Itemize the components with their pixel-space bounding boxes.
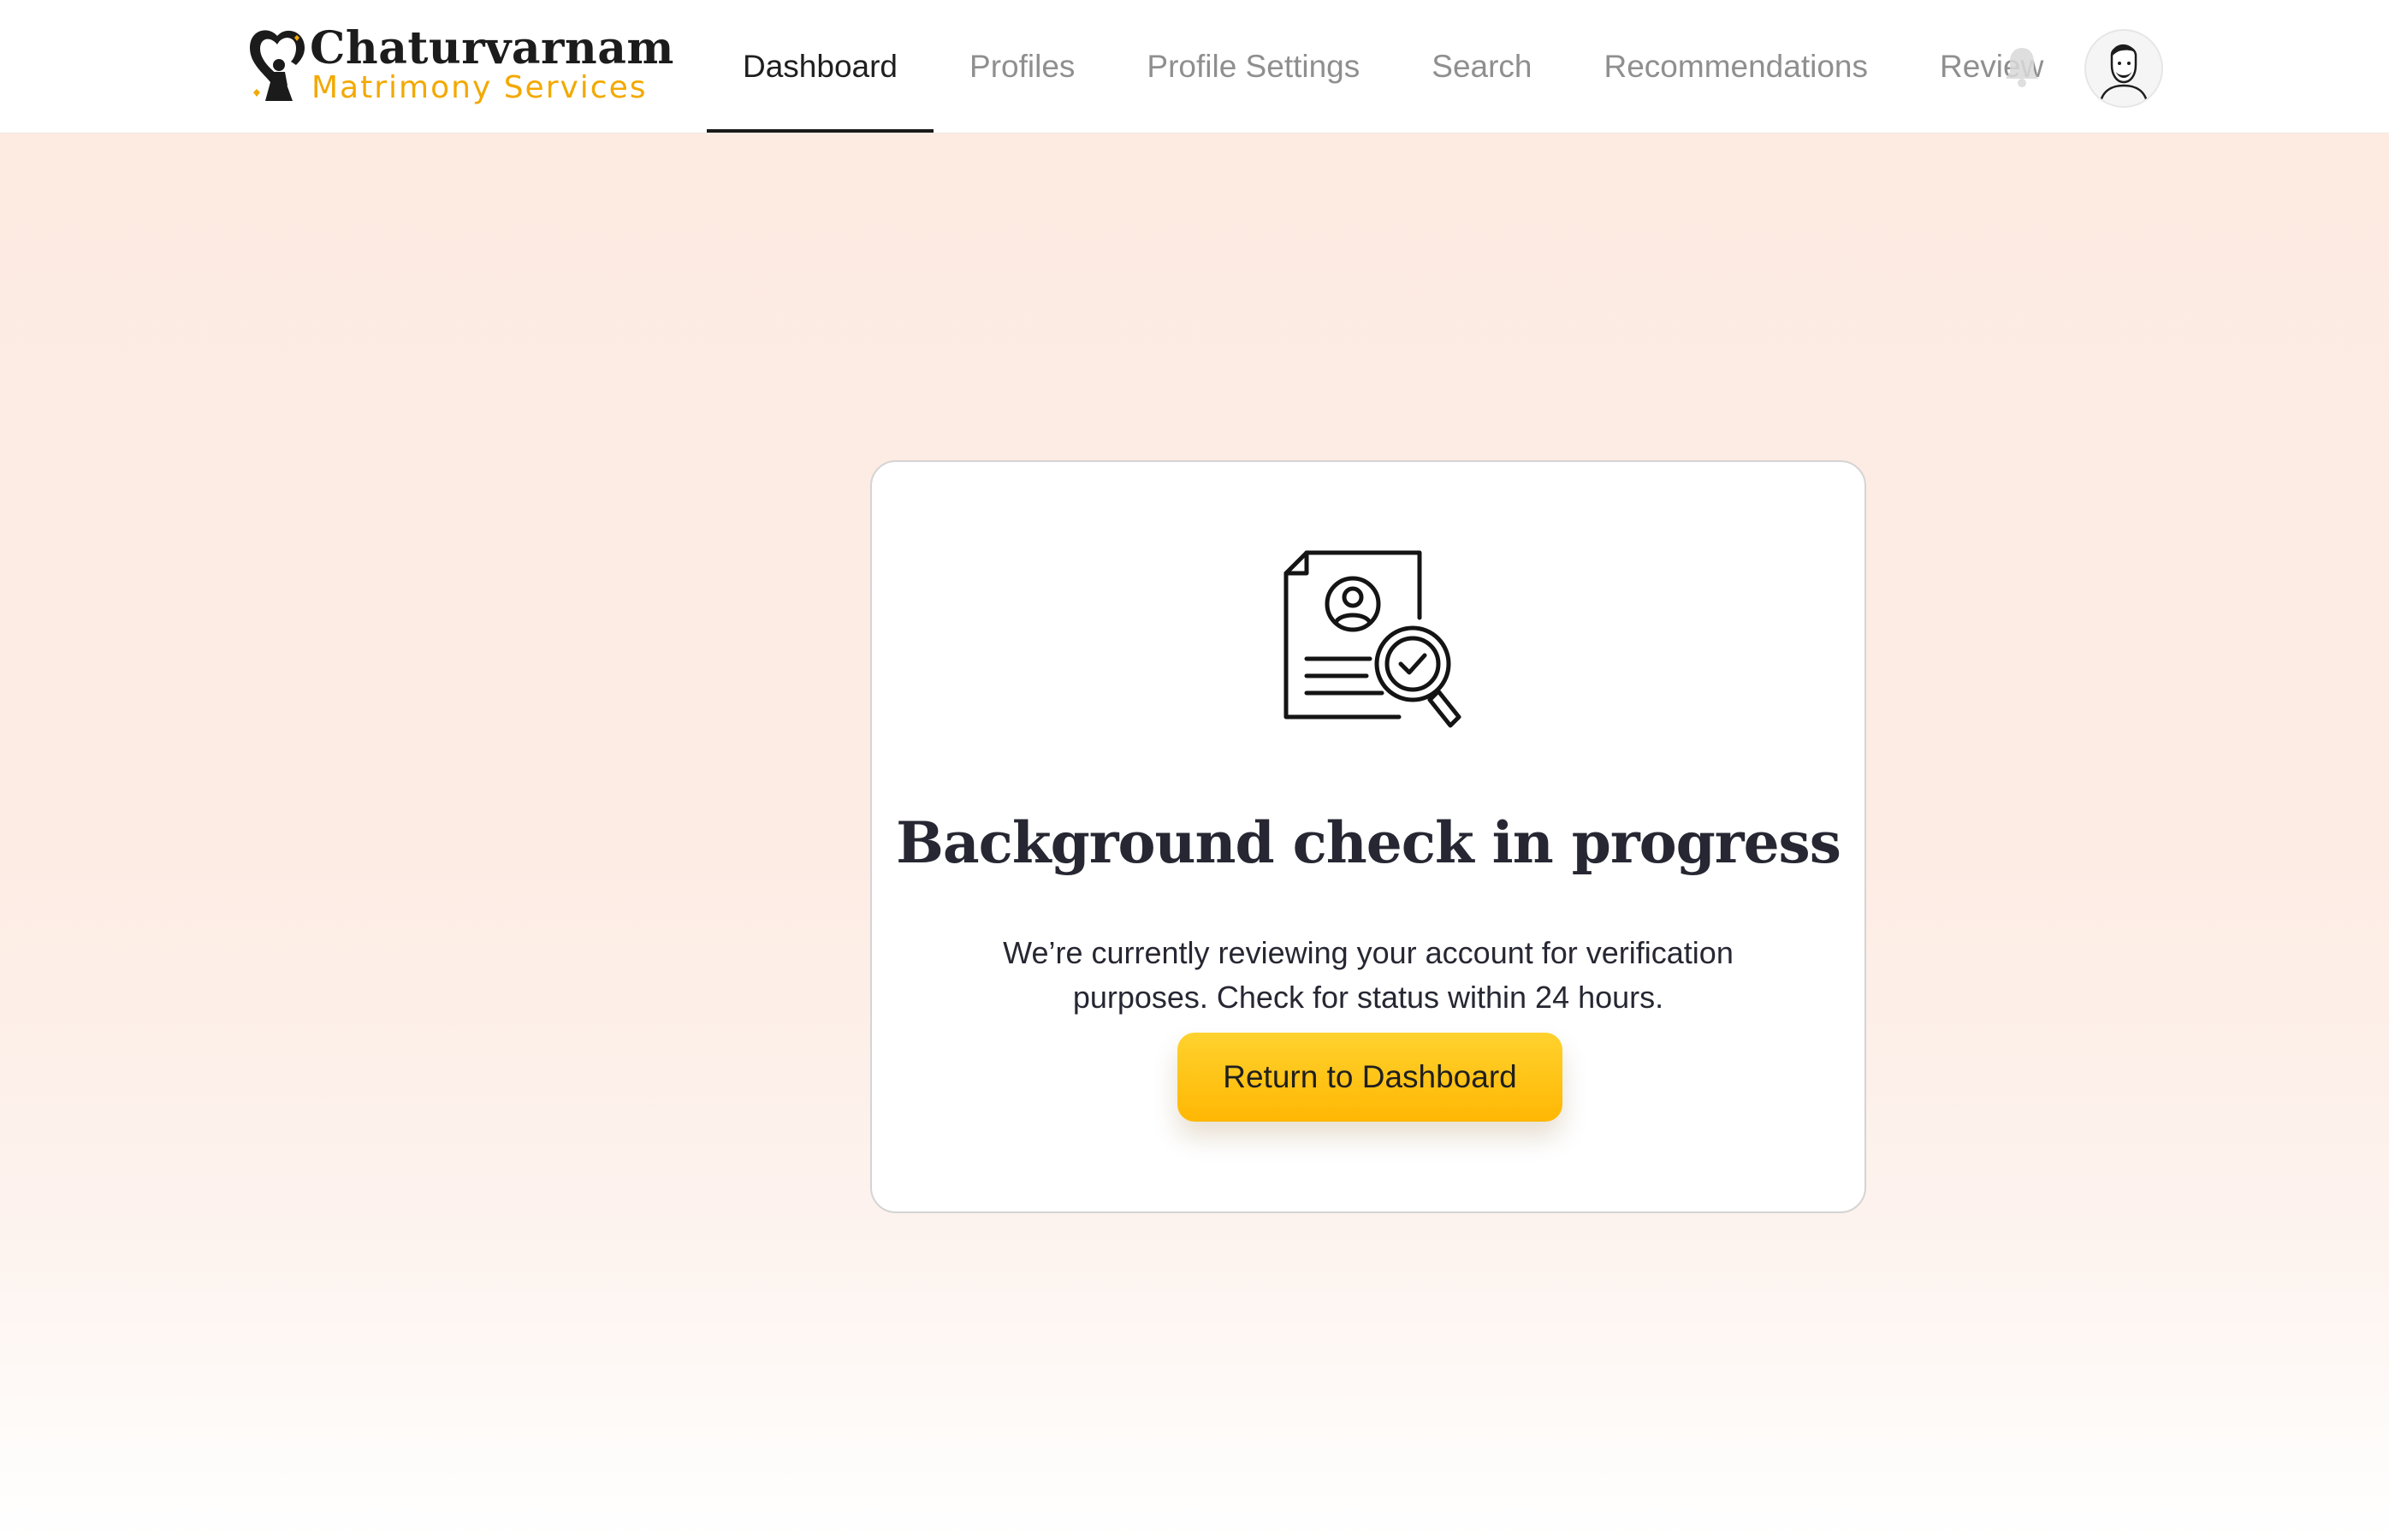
document-search-check-icon xyxy=(1283,550,1461,728)
top-navigation-bar: Chaturvarnam Matrimony Services Dashboar… xyxy=(0,0,2389,133)
brand-tagline: Matrimony Services xyxy=(311,70,648,105)
card-message: We’re currently reviewing your account f… xyxy=(1003,935,1734,1015)
background-check-card: Background check in progress We’re curre… xyxy=(870,460,1866,1213)
user-avatar[interactable] xyxy=(2084,29,2163,108)
brand-name: Chaturvarnam xyxy=(310,22,674,74)
return-to-dashboard-button[interactable]: Return to Dashboard xyxy=(1177,1033,1562,1122)
nav-item-review[interactable]: Review xyxy=(1904,0,2079,133)
avatar-illustration-icon xyxy=(2086,31,2161,106)
bell-icon[interactable] xyxy=(2004,44,2040,87)
logo-mark-icon xyxy=(250,30,305,101)
nav-item-profile-settings[interactable]: Profile Settings xyxy=(1111,0,1396,133)
brand-logo[interactable]: Chaturvarnam Matrimony Services xyxy=(245,22,673,107)
nav-item-recommendations[interactable]: Recommendations xyxy=(1568,0,1904,133)
nav-item-profiles[interactable]: Profiles xyxy=(934,0,1111,133)
nav-item-search[interactable]: Search xyxy=(1396,0,1568,133)
nav-item-dashboard[interactable]: Dashboard xyxy=(707,0,934,133)
main-nav: Dashboard Profiles Profile Settings Sear… xyxy=(707,0,2079,133)
card-title: Background check in progress xyxy=(896,809,1841,877)
